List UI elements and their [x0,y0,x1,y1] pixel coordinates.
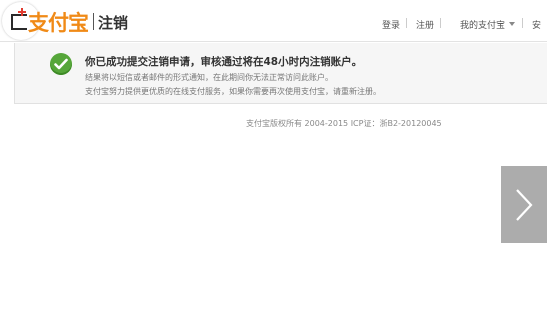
chevron-down-icon[interactable] [509,22,515,26]
nav-login-link[interactable]: 登录 [382,18,400,31]
notice-title: 你已成功提交注销申请，审核通过将在48小时内注销账户。 [85,56,363,68]
page-header: 支付宝 注销 登录 注册 我的支付宝 安 [0,0,547,42]
next-slide-button[interactable] [501,166,547,243]
logo-mark-icon [11,14,27,30]
nav-divider [406,18,407,28]
nav-my-alipay-menu[interactable]: 我的支付宝 [460,18,505,31]
logo-text: 支付宝 [28,11,89,35]
footer-copyright: 支付宝版权所有 2004-2015 ICP证：浙B2-20120045 [246,119,442,128]
header-border [0,41,547,42]
notice-detail-line: 支付宝努力提供更优质的在线支付服务，如果你需要再次使用支付宝，请重新注册。 [85,87,381,96]
nav-divider [440,18,441,28]
alipay-logo[interactable]: 支付宝 [2,2,90,40]
chevron-right-icon [516,189,533,221]
header-divider [93,13,94,30]
nav-register-link[interactable]: 注册 [416,18,434,31]
logo-plus-icon [18,8,26,16]
page-title: 注销 [98,14,129,32]
success-check-icon [50,53,72,75]
nav-security-link[interactable]: 安 [532,18,541,31]
nav-divider [522,18,523,28]
notice-detail-line: 结果将以短信或者邮件的形式通知，在此期间你无法正常访问此账户。 [85,73,333,82]
